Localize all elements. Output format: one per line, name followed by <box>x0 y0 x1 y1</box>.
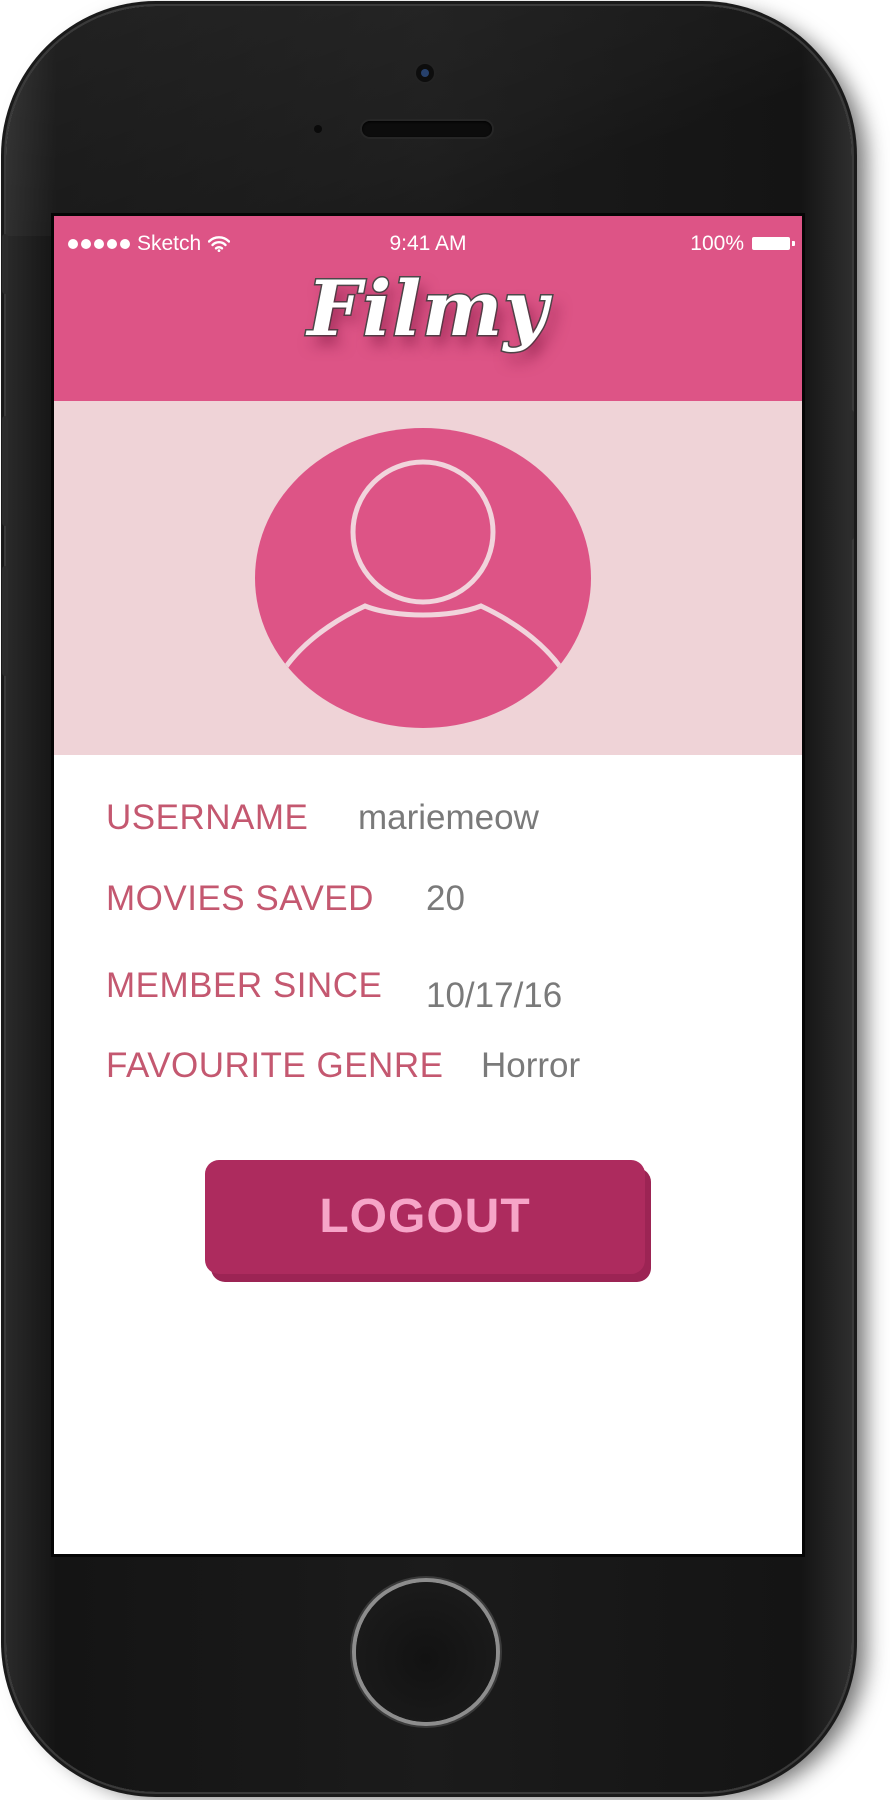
battery-icon <box>752 237 795 250</box>
member-since-label: MEMBER SINCE <box>106 966 383 1005</box>
volume-down-button <box>2 566 8 676</box>
volume-up-button <box>2 416 8 526</box>
movies-saved-value: 20 <box>426 879 465 918</box>
front-camera <box>416 64 434 82</box>
member-since-value: 10/17/16 <box>426 976 563 1015</box>
logout-button[interactable]: LOGOUT <box>205 1160 645 1274</box>
logout-button-wrap: LOGOUT <box>205 1160 651 1290</box>
nav-bar: Sketch 9:41 AM 100% Filmy <box>54 216 802 401</box>
power-button <box>848 410 854 540</box>
app-logo: Filmy <box>306 264 549 353</box>
favourite-genre-label: FAVOURITE GENRE <box>106 1046 444 1085</box>
user-avatar-icon[interactable] <box>255 428 591 728</box>
movies-saved-label: MOVIES SAVED <box>106 879 374 918</box>
home-button[interactable] <box>356 1582 496 1722</box>
mute-switch <box>2 234 8 294</box>
avatar-section <box>54 401 802 755</box>
status-right: 100% <box>690 232 795 255</box>
favourite-genre-value: Horror <box>481 1046 581 1085</box>
app-screen: Sketch 9:41 AM 100% Filmy USERNAME marie… <box>54 216 802 1554</box>
status-bar: Sketch 9:41 AM 100% <box>54 216 802 256</box>
proximity-sensor <box>314 125 322 133</box>
username-label: USERNAME <box>106 798 309 837</box>
username-value: mariemeow <box>358 798 539 837</box>
earpiece-speaker <box>362 121 492 137</box>
battery-percent: 100% <box>690 232 744 255</box>
